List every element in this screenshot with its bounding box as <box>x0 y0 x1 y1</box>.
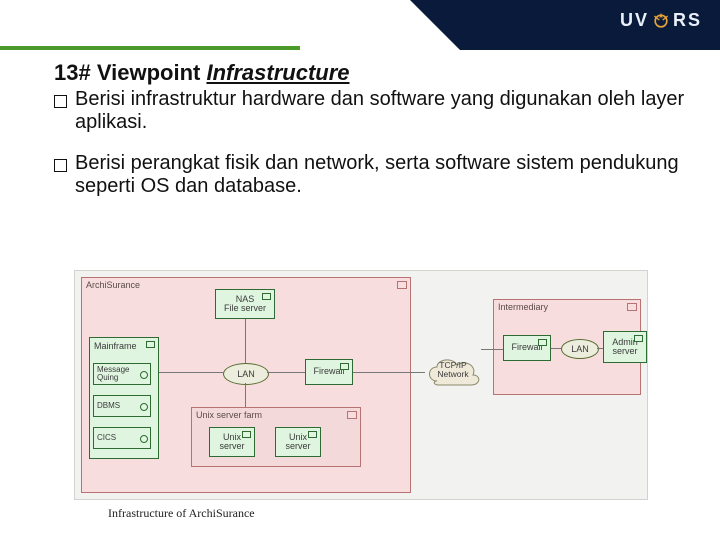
cloud-tcpip: TCP/IP Network <box>423 353 483 389</box>
title-viewpoint: Viewpoint <box>97 60 201 85</box>
header-navy-block: UV RS <box>460 0 720 50</box>
node-firewall-1: Firewall <box>305 359 353 385</box>
oval-lan-1: LAN <box>223 363 269 385</box>
node-unix-2: Unix server <box>275 427 321 457</box>
node-dbms-label: DBMS <box>97 402 120 410</box>
group-title-serverfarm: Unix server farm <box>196 410 262 420</box>
node-cics-label: CICS <box>97 434 116 442</box>
title-infrastructure: Infrastructure <box>206 60 349 85</box>
node-unix-1-label: Unix server <box>219 433 244 452</box>
oval-lan-2-label: LAN <box>571 344 589 354</box>
bullet-text: Berisi perangkat fisik dan network, sert… <box>75 152 690 198</box>
node-firewall-1-label: Firewall <box>313 367 344 376</box>
bullet-box-icon <box>54 159 67 172</box>
conn-lan2-admin <box>597 348 603 349</box>
logo-text-right: RS <box>673 10 702 31</box>
conn-lan-serverfarm <box>245 383 246 407</box>
cloud-label: TCP/IP Network <box>423 361 483 379</box>
conn-mainframe-lan <box>159 372 223 373</box>
infrastructure-diagram: ArchiSurance Intermediary NAS File serve… <box>74 270 648 500</box>
node-firewall-2-label: Firewall <box>511 343 542 352</box>
group-title-archisurance: ArchiSurance <box>86 280 140 290</box>
header-green-bar <box>0 46 300 50</box>
title-number: 13# <box>54 60 91 85</box>
node-nas-label: NAS File server <box>224 295 266 314</box>
slide-content: 13# Viewpoint Infrastructure Berisi infr… <box>54 60 690 198</box>
bullet-item: Berisi perangkat fisik dan network, sert… <box>54 152 690 198</box>
group-title-intermediary: Intermediary <box>498 302 548 312</box>
bullet-item: Berisi infrastruktur hardware dan softwa… <box>54 88 690 134</box>
node-admin-label: Admin server <box>612 338 638 357</box>
oval-lan-2: LAN <box>561 339 599 359</box>
node-mainframe-label: Mainframe <box>94 342 154 351</box>
logo: UV RS <box>620 10 702 31</box>
node-unix-1: Unix server <box>209 427 255 457</box>
node-unix-2-label: Unix server <box>285 433 310 452</box>
compass-icon <box>651 11 671 31</box>
slide-header: UV RS <box>0 0 720 50</box>
oval-lan-1-label: LAN <box>237 369 255 379</box>
conn-firewall1-cloud <box>353 372 425 373</box>
conn-lan-firewall1 <box>267 372 305 373</box>
node-firewall-2: Firewall <box>503 335 551 361</box>
logo-text-left: UV <box>620 10 649 31</box>
node-dbms: DBMS <box>93 395 151 417</box>
node-cics: CICS <box>93 427 151 449</box>
slide-title: 13# Viewpoint Infrastructure <box>54 60 690 86</box>
diagram-caption: Infrastructure of ArchiSurance <box>74 506 646 521</box>
diagram-container: ArchiSurance Intermediary NAS File serve… <box>74 270 646 521</box>
bullet-box-icon <box>54 95 67 108</box>
bullet-text: Berisi infrastruktur hardware dan softwa… <box>75 88 690 134</box>
node-admin-server: Admin server <box>603 331 647 363</box>
node-mq-label: Message Quing <box>97 366 129 383</box>
conn-cloud-firewall2 <box>481 349 503 350</box>
conn-firewall2-lan2 <box>551 348 561 349</box>
node-message-queuing: Message Quing <box>93 363 151 385</box>
node-nas: NAS File server <box>215 289 275 319</box>
conn-nas-lan <box>245 319 246 363</box>
